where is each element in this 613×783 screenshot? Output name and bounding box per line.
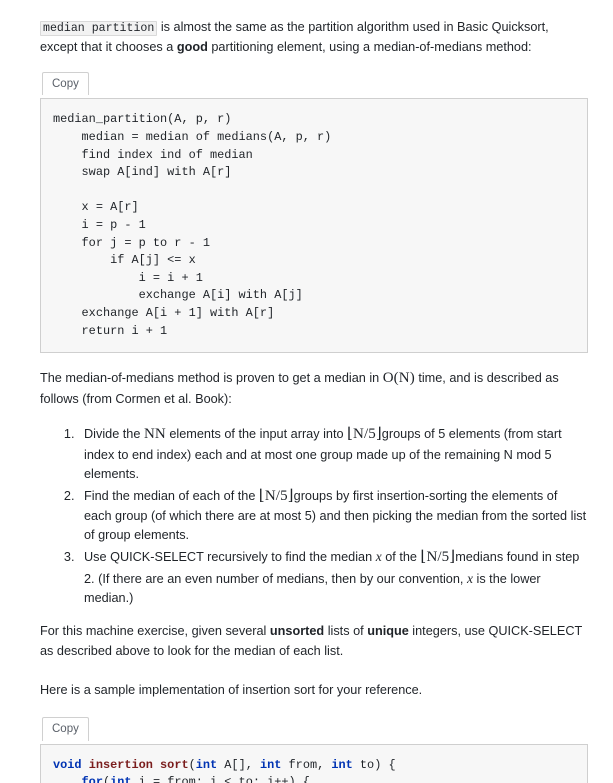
step3-text-1: Use QUICK-SELECT recursively to find the… (84, 550, 376, 565)
list-item: Use QUICK-SELECT recursively to find the… (78, 546, 587, 608)
list-item: Divide the NN elements of the input arra… (78, 423, 587, 484)
intro-bold-good: good (176, 39, 208, 54)
intro-text-2: partitioning element, using a median-of-… (207, 39, 532, 54)
math-floor-n-5: ⌊N/5⌋ (420, 549, 456, 566)
inline-code-median-partition: median partition (40, 21, 158, 36)
code-token: int (259, 757, 282, 772)
step2-text-1: Find the median of each of the (84, 488, 259, 503)
code-content-2: void insertion sort(int A[], int from, i… (53, 757, 577, 783)
copy-button[interactable]: Copy (42, 717, 89, 741)
step3-text-2: of the (381, 550, 421, 565)
code-token: int (110, 775, 132, 783)
math-floor-n-5: ⌊N/5⌋ (347, 426, 382, 443)
copy-button-wrapper-2: Copy (40, 716, 587, 741)
code-token: int (331, 757, 353, 772)
code-token: A[], (217, 757, 260, 772)
list-item: Find the median of each of the ⌊N/5⌋grou… (78, 485, 587, 546)
document-page: median partition is almost the same as t… (0, 0, 613, 783)
steps-list: Divide the NN elements of the input arra… (40, 423, 587, 608)
code-token: from, (281, 757, 332, 772)
method-text-1: The median-of-medians method is proven t… (40, 371, 383, 386)
code-token: i = from; i < to; i++) { (131, 775, 310, 783)
step1-text-1: Divide the (84, 427, 144, 442)
copy-button-wrapper-1: Copy (40, 71, 587, 96)
sample-paragraph: Here is a sample implementation of inser… (40, 682, 423, 697)
code-token: for (81, 775, 103, 783)
code-block-pseudocode: median_partition(A, p, r) median = media… (40, 98, 588, 354)
code-token: void (53, 757, 82, 772)
exercise-text-1: For this machine exercise, given several (40, 624, 270, 639)
intro-paragraph: median partition is almost the same as t… (40, 18, 587, 57)
math-nn: NN (143, 426, 166, 443)
code-token: ( (188, 757, 196, 772)
math-big-o: O(N) (382, 370, 415, 387)
bold-unsorted: unsorted (269, 624, 325, 639)
exercise-text-2: lists of (324, 624, 368, 639)
code-content-1: median_partition(A, p, r) median = media… (53, 112, 332, 338)
exercise-paragraph: For this machine exercise, given several… (40, 622, 587, 661)
math-floor-n-5: ⌊N/5⌋ (258, 487, 294, 504)
step1-text-2: elements of the input array into (165, 427, 348, 442)
code-token: int (195, 757, 218, 772)
bold-unique: unique (367, 624, 409, 639)
code-token: insertion sort (88, 757, 189, 772)
code-token: to) { (352, 757, 396, 772)
code-block-insertion-sort: void insertion sort(int A[], int from, i… (40, 743, 588, 783)
copy-button[interactable]: Copy (42, 71, 89, 96)
method-paragraph: The median-of-medians method is proven t… (40, 367, 587, 409)
